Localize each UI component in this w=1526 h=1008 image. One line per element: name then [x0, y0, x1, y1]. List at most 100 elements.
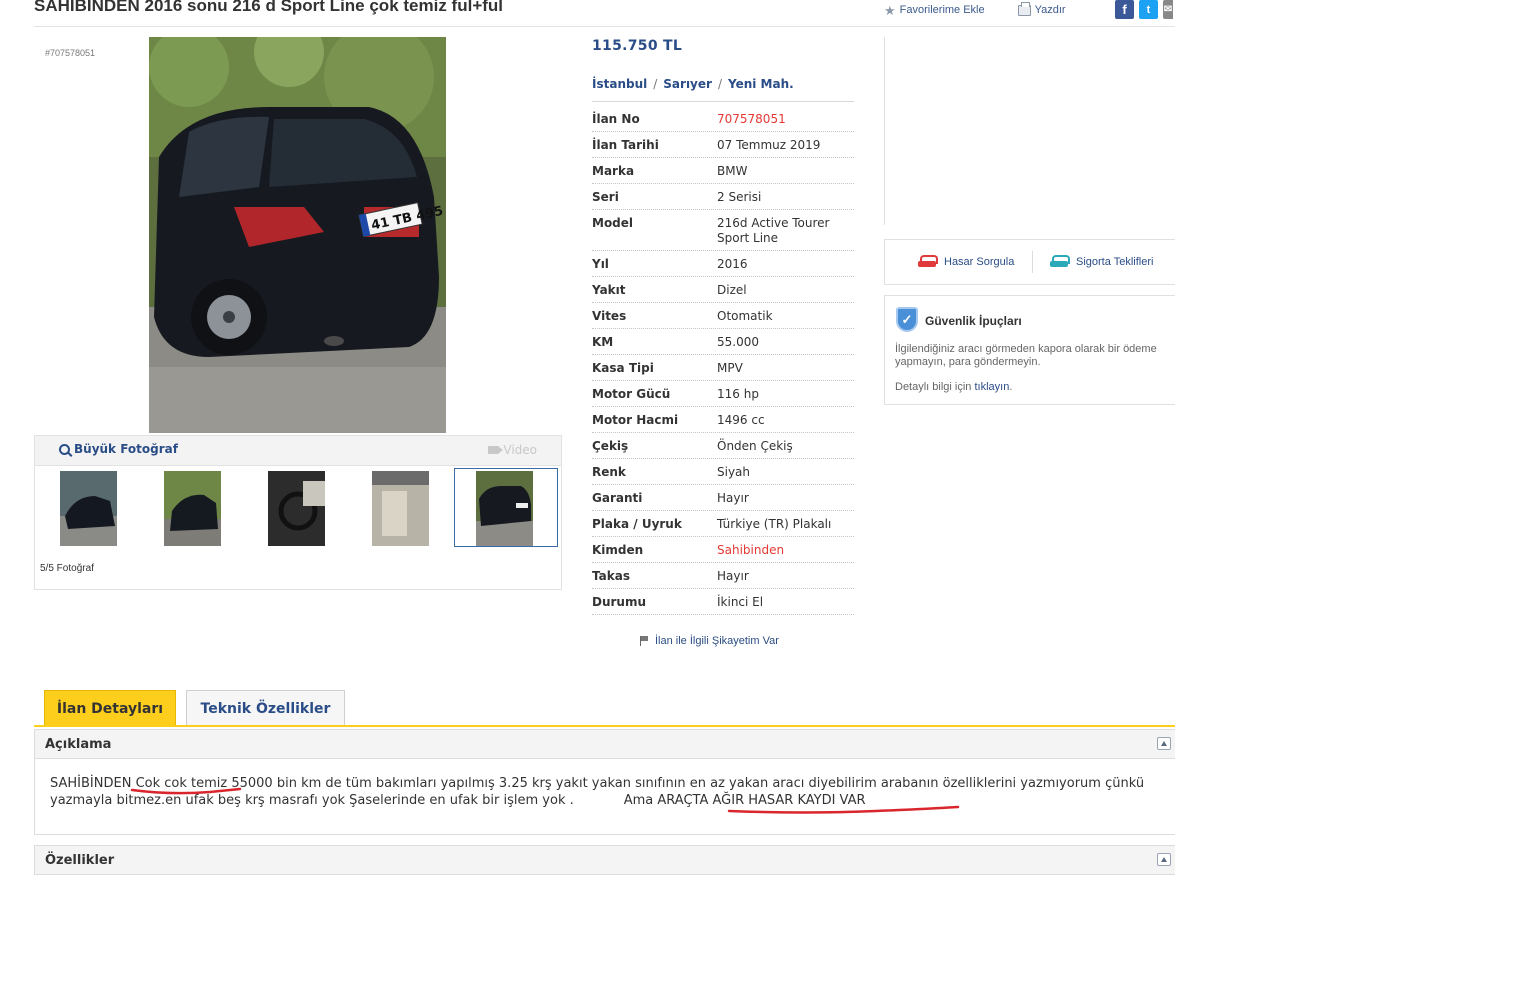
- spec-label: Yakıt: [592, 283, 626, 297]
- spec-label: Model: [592, 216, 634, 230]
- spec-label: KM: [592, 335, 614, 349]
- thumbnail-3[interactable]: [268, 471, 325, 546]
- spec-value: 2 Serisi: [717, 190, 762, 204]
- spec-value: BMW: [717, 164, 748, 178]
- insurance-button[interactable]: Sigorta Teklifleri: [1050, 255, 1153, 269]
- spec-row: Kimden Sahibinden: [592, 537, 854, 563]
- spec-value: Sahibinden: [717, 543, 785, 557]
- spec-row: Motor Gücü 116 hp: [592, 381, 854, 407]
- spec-row: Çekiş Önden Çekiş: [592, 433, 854, 459]
- collapse-up-icon[interactable]: [1157, 737, 1171, 750]
- spec-row: KM 55.000: [592, 329, 854, 355]
- location-divider: [592, 101, 854, 102]
- price: 115.750 TL: [592, 38, 683, 54]
- thumbnail-image: [372, 471, 429, 546]
- video-label: Video: [503, 443, 537, 457]
- flag-icon: [640, 636, 649, 646]
- spec-value: Hayır: [717, 569, 749, 583]
- thumbnail-5[interactable]: [476, 471, 533, 546]
- spec-value: Dizel: [717, 283, 747, 297]
- insurance-label: Sigorta Teklifleri: [1076, 256, 1154, 268]
- collapse-up-icon[interactable]: [1157, 853, 1171, 866]
- spec-row: Takas Hayır: [592, 563, 854, 589]
- services-divider: [1032, 251, 1033, 273]
- spec-label: Çekiş: [592, 439, 629, 453]
- facebook-icon[interactable]: f: [1115, 0, 1134, 19]
- safety-more-prefix: Detaylı bilgi için: [895, 381, 975, 393]
- favorite-label: Favorilerime Ekle: [899, 4, 985, 16]
- spec-label: Durumu: [592, 595, 647, 609]
- star-icon: ★: [884, 2, 896, 18]
- spec-label: Takas: [592, 569, 630, 583]
- location-district[interactable]: Sarıyer: [663, 77, 712, 91]
- safety-more: Detaylı bilgi için tıklayın.: [895, 381, 1012, 393]
- description-part3: Ama: [623, 793, 658, 808]
- thumbnail-2[interactable]: [164, 471, 221, 546]
- large-photo-label: Büyük Fotoğraf: [74, 442, 178, 456]
- spec-label: Vites: [592, 309, 627, 323]
- spec-row: Kasa Tipi MPV: [592, 355, 854, 381]
- description-text: SAHİBİNDEN Cok cok temiz 55000 bin km de…: [50, 775, 1170, 809]
- spec-label: Renk: [592, 465, 626, 479]
- listing-title: SAHİBİNDEN 2016 sonu 216 d Sport Line ço…: [34, 0, 504, 15]
- spec-row: İlan Tarihi 07 Temmuz 2019: [592, 132, 854, 158]
- description-underlined-2: ARAÇTA AĞIR HASAR KAYDI VAR: [657, 793, 866, 808]
- video-button: Video: [488, 443, 537, 457]
- main-photo[interactable]: 41 TB 495: [149, 37, 446, 433]
- spec-label: Kasa Tipi: [592, 361, 654, 375]
- spec-label: Yıl: [592, 257, 609, 271]
- complaint-link[interactable]: İlan ile İlgili Şikayetim Var: [640, 635, 779, 647]
- description-underlined-1: Cok cok temiz: [135, 776, 232, 791]
- twitter-icon[interactable]: t: [1139, 0, 1158, 19]
- tab-ad-details[interactable]: İlan Detayları: [44, 690, 176, 726]
- social-share: f t ✉: [1115, 0, 1173, 19]
- safety-more-suffix: .: [1009, 381, 1013, 393]
- thumbnail-4[interactable]: [372, 471, 429, 546]
- mail-icon[interactable]: ✉: [1163, 0, 1173, 19]
- photo-toolbar: Büyük Fotoğraf Video: [34, 435, 562, 465]
- spec-row: Model 216d Active Tourer Sport Line: [592, 210, 854, 251]
- spec-label: İlan Tarihi: [592, 138, 659, 152]
- complaint-label: İlan ile İlgili Şikayetim Var: [655, 635, 779, 647]
- location-city[interactable]: İstanbul: [592, 77, 647, 91]
- spec-row: Marka BMW: [592, 158, 854, 184]
- spec-label: Motor Gücü: [592, 387, 671, 401]
- spec-value: Siyah: [717, 465, 751, 479]
- print-label: Yazdır: [1034, 4, 1066, 16]
- damage-query-button[interactable]: Hasar Sorgula: [918, 255, 1014, 269]
- spec-row: Garanti Hayır: [592, 485, 854, 511]
- safety-tips-box: ✓ Güvenlik İpuçları İlgilendiğiniz aracı…: [884, 295, 1175, 405]
- tab-underline: [34, 725, 1175, 727]
- print-button[interactable]: Yazdır: [1017, 1, 1066, 16]
- safety-more-link[interactable]: tıklayın: [974, 381, 1009, 393]
- spec-value: 1496 cc: [717, 413, 765, 427]
- spec-value: Önden Çekiş: [717, 439, 793, 453]
- spec-value: Hayır: [717, 491, 749, 505]
- spec-row: Durumu İkinci El: [592, 589, 854, 615]
- safety-title: Güvenlik İpuçları: [925, 314, 1022, 328]
- spec-row: Plaka / Uyruk Türkiye (TR) Plakalı: [592, 511, 854, 537]
- thumbnail-image: [60, 471, 117, 546]
- location-neighborhood[interactable]: Yeni Mah.: [728, 77, 794, 91]
- video-camera-icon: [488, 446, 504, 454]
- thumbnail-1[interactable]: [60, 471, 117, 546]
- favorite-button[interactable]: ★ Favorilerime Ekle: [884, 4, 985, 17]
- tab-technical-specs[interactable]: Teknik Özellikler: [186, 690, 345, 726]
- spec-label: Garanti: [592, 491, 643, 505]
- spec-value: 216d Active Tourer Sport Line: [717, 216, 830, 245]
- large-photo-button[interactable]: Büyük Fotoğraf: [59, 442, 178, 456]
- spec-row: Vites Otomatik: [592, 303, 854, 329]
- spec-value: Otomatik: [717, 309, 773, 323]
- spec-value: 116 hp: [717, 387, 759, 401]
- spec-value: MPV: [717, 361, 743, 375]
- spec-value: 2016: [717, 257, 748, 271]
- features-header: Özellikler: [34, 845, 1175, 875]
- spec-label: Plaka / Uyruk: [592, 517, 682, 531]
- spec-label: Marka: [592, 164, 635, 178]
- spec-label: Motor Hacmi: [592, 413, 679, 427]
- thumbnail-image: [164, 471, 221, 546]
- shield-check-icon: ✓: [896, 307, 918, 332]
- services-box: Hasar Sorgula Sigorta Teklifleri: [884, 239, 1175, 285]
- spec-value: 55.000: [717, 335, 759, 349]
- thumbnail-image: [476, 471, 533, 546]
